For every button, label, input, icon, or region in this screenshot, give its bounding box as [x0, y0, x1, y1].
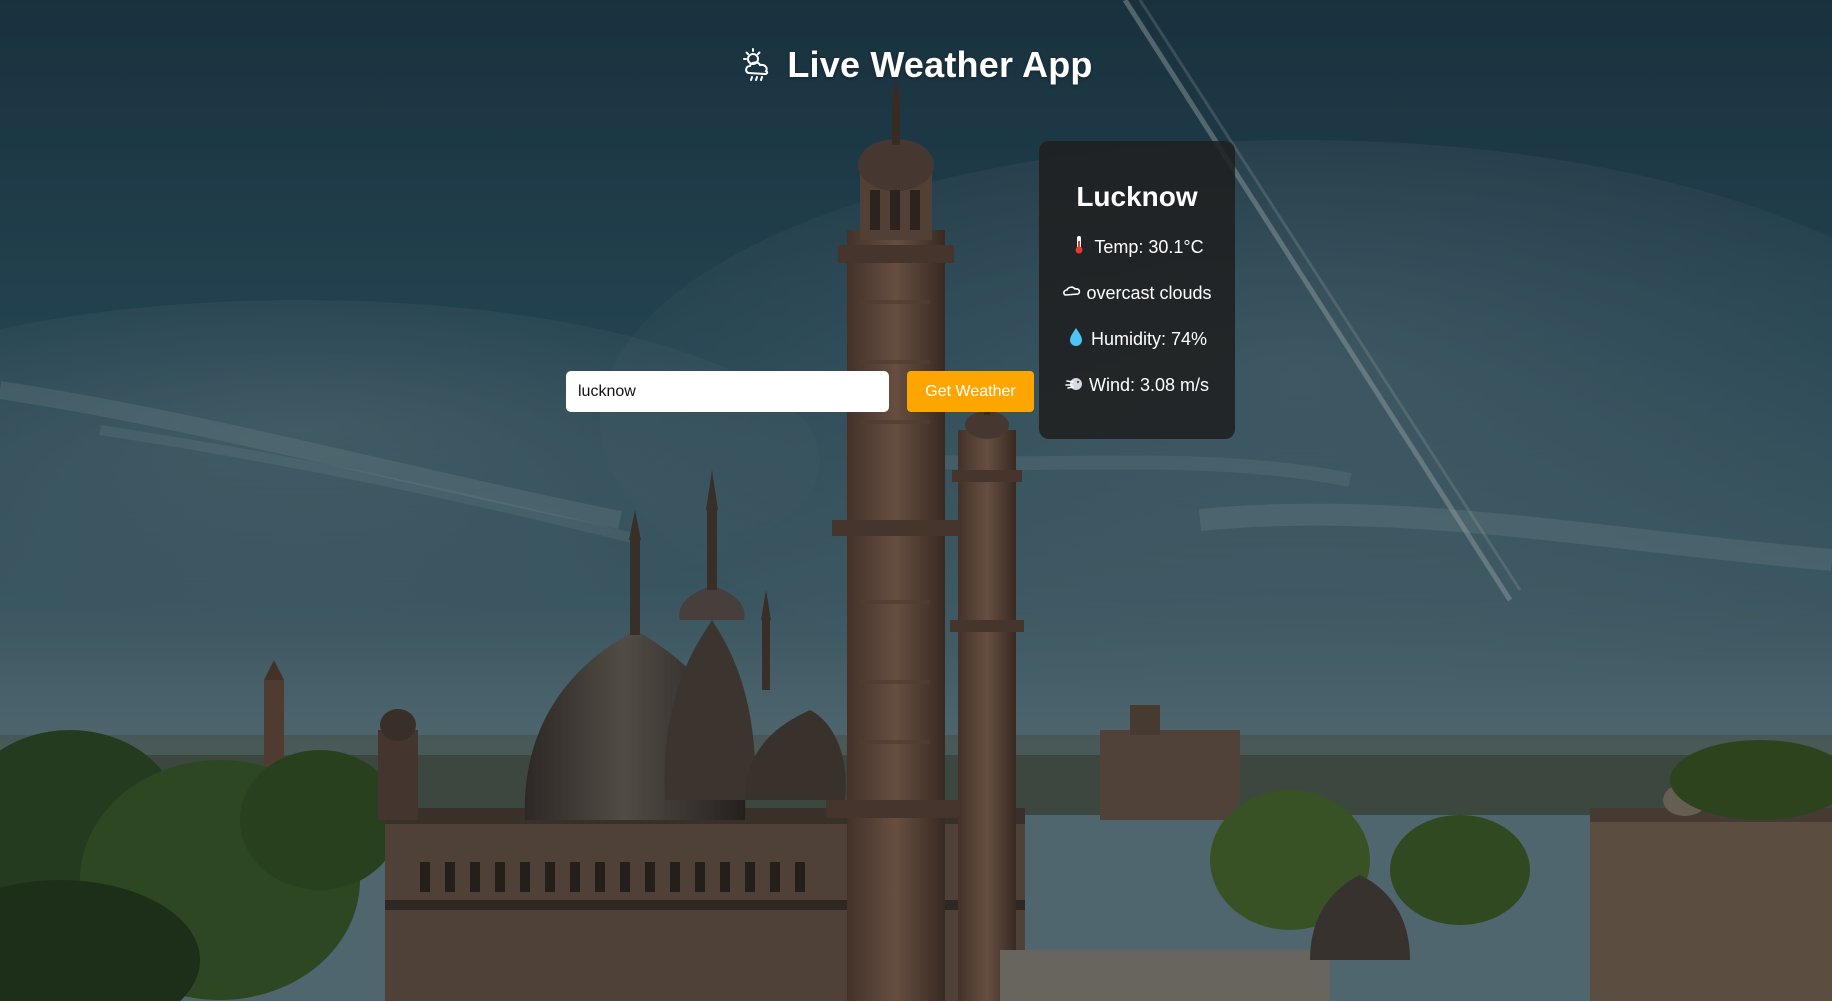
get-weather-button[interactable]: Get Weather [907, 371, 1034, 412]
humidity-row: Humidity: 74% [1039, 327, 1235, 373]
description-row: overcast clouds [1039, 281, 1235, 327]
temperature-value: Temp: 30.1°C [1094, 237, 1204, 257]
city-search-input[interactable] [566, 371, 889, 412]
temperature-row: Temp: 30.1°C [1039, 235, 1235, 281]
page-title: Live Weather App [787, 44, 1093, 85]
city-name: Lucknow [1076, 181, 1198, 212]
weather-description: overcast clouds [1086, 283, 1212, 303]
humidity-value: Humidity: 74% [1090, 329, 1208, 349]
background-image [0, 0, 1832, 1001]
droplet-icon [1067, 327, 1085, 347]
cloud-sun-rain-icon [739, 47, 775, 83]
wind-row: Wind: 3.08 m/s [1039, 373, 1235, 419]
weather-card: Lucknow Temp: 30.1°C overcast clouds Hum… [1039, 141, 1235, 439]
thermometer-icon [1070, 235, 1088, 255]
page-viewport: Live Weather App Get Weather Lucknow Tem… [0, 0, 1832, 1001]
wind-value: Wind: 3.08 m/s [1088, 375, 1210, 395]
cloud-icon [1062, 281, 1081, 301]
wind-icon [1065, 373, 1083, 393]
app-header: Live Weather App [0, 44, 1832, 86]
